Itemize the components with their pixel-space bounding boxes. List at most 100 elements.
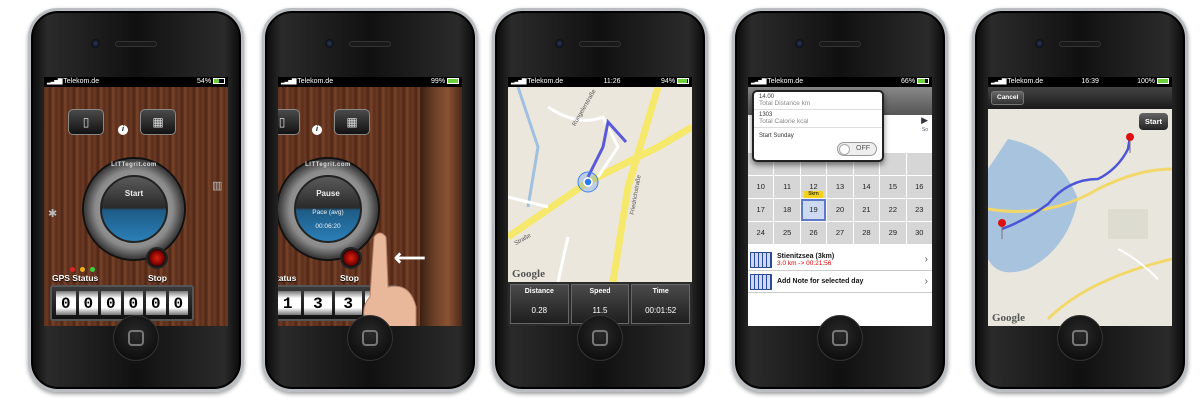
distance-value: 0.28 [531, 306, 548, 315]
day-cell[interactable]: 29 [880, 222, 906, 244]
calendar-button[interactable]: ▦ [140, 109, 176, 135]
status-bar: ▂▃▅▇ Telekom.de 16:39 100% [988, 77, 1172, 87]
day-cell[interactable]: 15 [880, 176, 906, 198]
info-icon[interactable]: i [118, 125, 128, 135]
music-button[interactable]: ▯ [278, 109, 300, 135]
earpiece [1059, 41, 1101, 47]
front-camera [325, 39, 334, 48]
home-button[interactable] [347, 315, 393, 361]
time-value: 00:01:52 [645, 306, 677, 315]
start-sunday-toggle[interactable]: OFF [837, 142, 877, 156]
carrier-label: Telekom.de [767, 78, 804, 85]
battery-label: 66% [901, 78, 916, 85]
front-camera [795, 39, 804, 48]
route-map[interactable]: Start Google [988, 109, 1172, 326]
signal-icon: ▂▃▅▇ [991, 79, 1007, 85]
phone-4: ▂▃▅▇ Telekom.de 66% ▶ So 14.00 Total Dis… [732, 8, 948, 392]
front-camera [1035, 39, 1044, 48]
led-red [70, 267, 75, 272]
brand-label: LITTegrit.com [305, 162, 351, 168]
calorie-row: 1303 Total Calorie kcal [754, 110, 882, 128]
gps-status-label: tatus [278, 273, 297, 283]
phone-3: ▂▃▅▇ Telekom.de 11:26 94% Rüngelerstraße… [492, 8, 708, 392]
day-cell[interactable]: 12 5km [800, 176, 827, 198]
battery-label: 100% [1137, 78, 1156, 85]
time-stat: Time 00:01:52 [631, 284, 691, 324]
battery-icon [1156, 78, 1169, 85]
map-icon[interactable]: ▥ [212, 179, 222, 192]
carrier-label: Telekom.de [527, 78, 564, 85]
day-cell[interactable]: 26 [800, 222, 827, 244]
day-cell[interactable]: 13 [827, 176, 853, 198]
battery-label: 94% [661, 78, 676, 85]
led-yellow [80, 267, 85, 272]
screen-route-map: ▂▃▅▇ Telekom.de 16:39 100% Cancel Start [988, 77, 1172, 326]
start-button[interactable]: Start [1138, 113, 1168, 130]
toggle-label: OFF [856, 145, 870, 152]
pace-label: Pace (avg) [312, 209, 344, 216]
cancel-button[interactable]: Cancel [991, 91, 1025, 105]
distance-row: 14.00 Total Distance km [754, 92, 882, 110]
calendar-button[interactable]: ▦ [334, 109, 370, 135]
status-bar: ▂▃▅▇ Telekom.de 11:26 94% [508, 77, 692, 87]
nav-bar: Cancel [988, 87, 1172, 109]
day-cell[interactable]: 22 [880, 199, 906, 221]
pause-button-label[interactable]: Pause [296, 189, 360, 198]
day-cell[interactable]: 25 [774, 222, 800, 244]
status-bar: ▂▃▅▇ Telekom.de 99% [278, 77, 462, 87]
gear-icon[interactable]: ✱ [48, 207, 57, 220]
gps-leds [70, 267, 95, 272]
brand-label: LITTegrit.com [111, 162, 157, 168]
counter-digit: 1 [278, 291, 302, 315]
list-item[interactable]: Add Note for selected day › [748, 271, 932, 293]
stats-popover: 14.00 Total Distance km 1303 Total Calor… [752, 90, 884, 162]
time-label: Time [652, 288, 669, 295]
live-map[interactable]: Rüngelerstraße Straße Friedrichstraße Go… [508, 87, 692, 282]
info-icon[interactable]: i [312, 125, 322, 135]
day-cell[interactable]: 28 [853, 222, 880, 244]
battery-label: 54% [197, 78, 212, 85]
start-button-label[interactable]: Start [102, 189, 166, 198]
home-button[interactable] [817, 315, 863, 361]
battery-label: 99% [431, 78, 446, 85]
clock: 16:39 [1081, 78, 1099, 85]
speed-label: Speed [589, 288, 611, 295]
counter-digit: 0 [146, 291, 166, 315]
status-bar: ▂▃▅▇ Telekom.de 54% [44, 77, 228, 87]
google-logo: Google [992, 312, 1025, 324]
calendar-icon [750, 273, 772, 290]
distance-badge: 5km [803, 191, 824, 198]
wood-panel: ▯ i ▦ ✱ ▥ LITTegrit.com Start GPS Status… [44, 87, 228, 326]
calendar-icon [750, 251, 772, 268]
day-cell-selected[interactable]: 19 [800, 199, 827, 221]
day-cell[interactable]: 20 [827, 199, 853, 221]
led-green [90, 267, 95, 272]
day-cell[interactable]: 23 [906, 199, 932, 221]
day-cell[interactable]: 17 [748, 199, 774, 221]
front-camera [91, 39, 100, 48]
home-button[interactable] [113, 315, 159, 361]
stop-button[interactable] [340, 247, 362, 269]
day-cell[interactable]: 27 [827, 222, 853, 244]
day-cell[interactable]: 21 [853, 199, 880, 221]
day-cell[interactable]: 10 [748, 176, 774, 198]
day-cell[interactable]: 11 [774, 176, 800, 198]
next-month-icon[interactable]: ▶ [921, 115, 928, 126]
stop-button[interactable] [146, 247, 168, 269]
day-cell[interactable]: 16 [906, 176, 932, 198]
day-cell[interactable]: 14 [853, 176, 880, 198]
list-item[interactable]: Stienitzsea (3km) 3.0 km -> 00:21:56 › [748, 249, 932, 271]
music-button[interactable]: ▯ [68, 109, 104, 135]
screen-live-map: ▂▃▅▇ Telekom.de 11:26 94% Rüngelerstraße… [508, 77, 692, 326]
day-entries-list: Stienitzsea (3km) 3.0 km -> 00:21:56 › A… [748, 249, 932, 293]
day-cell[interactable]: 24 [748, 222, 774, 244]
day-cell[interactable]: 30 [906, 222, 932, 244]
front-camera [555, 39, 564, 48]
counter-digit: 3 [304, 291, 332, 315]
start-dial[interactable]: LITTegrit.com Start [82, 157, 186, 261]
day-cell[interactable] [906, 153, 932, 175]
day-cell[interactable]: 18 [774, 199, 800, 221]
home-button[interactable] [577, 315, 623, 361]
counter-digit: 3 [334, 291, 362, 315]
home-button[interactable] [1057, 315, 1103, 361]
